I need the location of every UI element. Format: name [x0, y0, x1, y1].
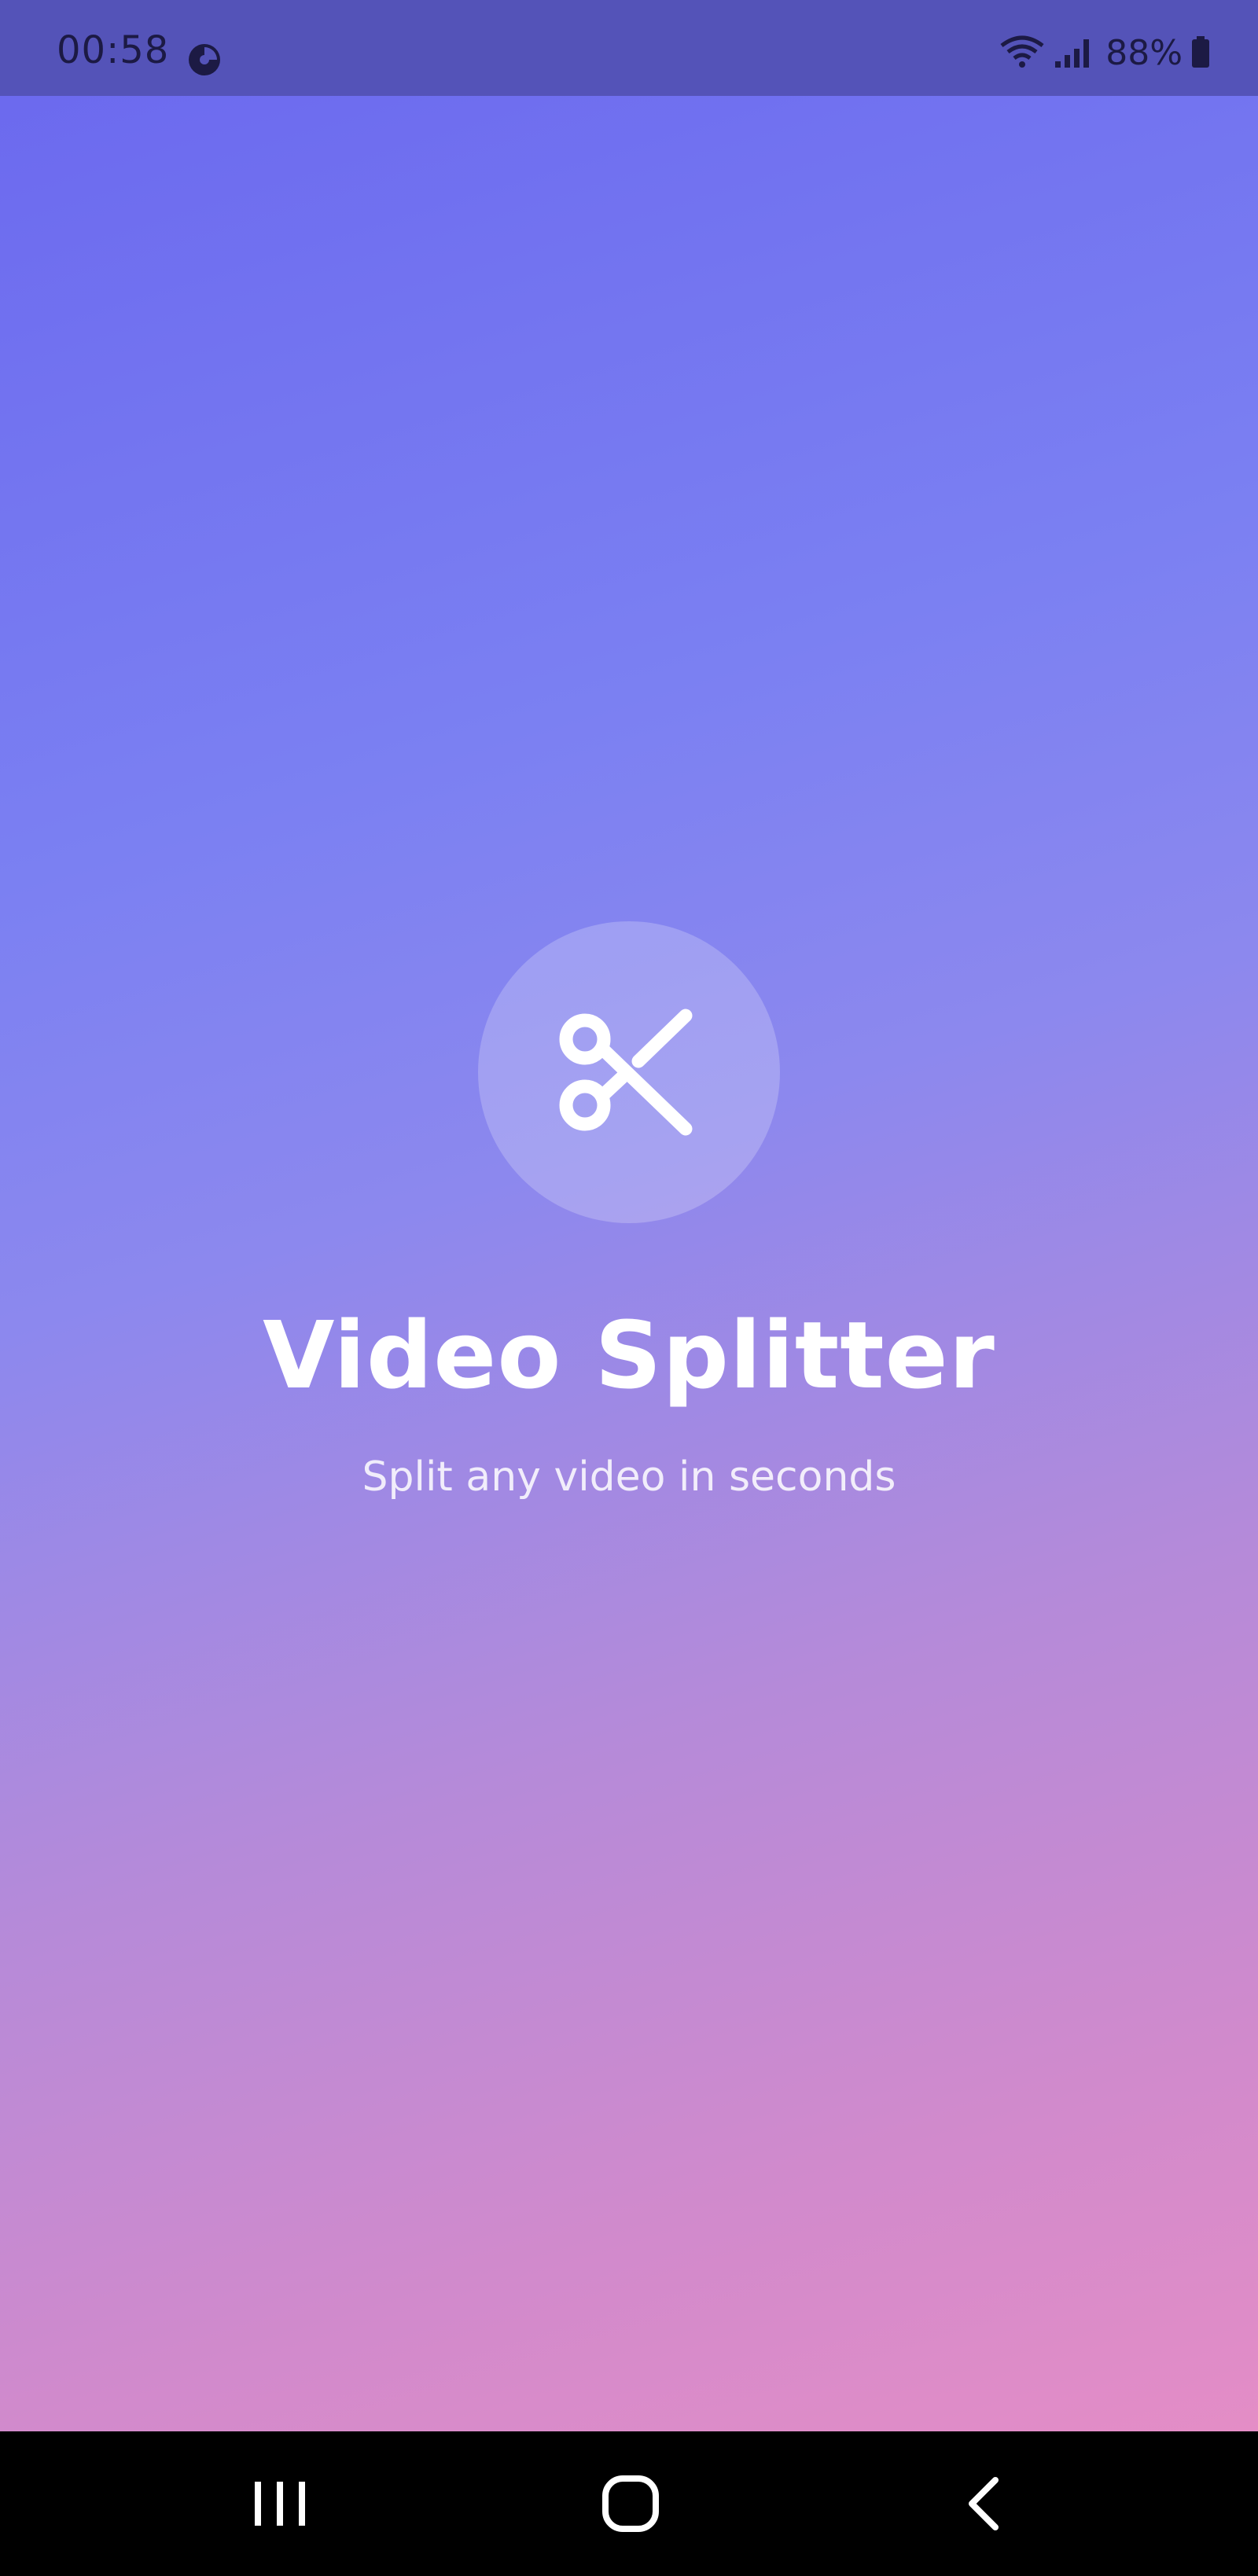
wifi-icon: [999, 35, 1046, 72]
home-button[interactable]: [552, 2431, 709, 2576]
app-subtitle: Split any video in seconds: [362, 1453, 896, 1501]
data-saver-icon: [186, 41, 223, 79]
recents-button[interactable]: [201, 2431, 359, 2576]
status-bar: 00:58 88%: [0, 0, 1258, 96]
signal-icon: [1054, 35, 1098, 72]
status-icons: 88%: [999, 35, 1211, 72]
splash-screen: 00:58 88% Video Splitter Split any video…: [0, 0, 1258, 2576]
back-button[interactable]: [904, 2431, 1061, 2576]
battery-icon: [1190, 35, 1211, 72]
app-title: Video Splitter: [263, 1301, 995, 1409]
status-time: 00:58: [57, 28, 170, 72]
recents-icon: [255, 2482, 305, 2526]
navigation-bar: [0, 2431, 1258, 2576]
app-logo: [478, 921, 780, 1223]
battery-percentage: 88%: [1105, 33, 1183, 73]
home-icon: [602, 2475, 659, 2532]
back-icon: [969, 2477, 999, 2530]
scissors-icon: [559, 1009, 693, 1136]
